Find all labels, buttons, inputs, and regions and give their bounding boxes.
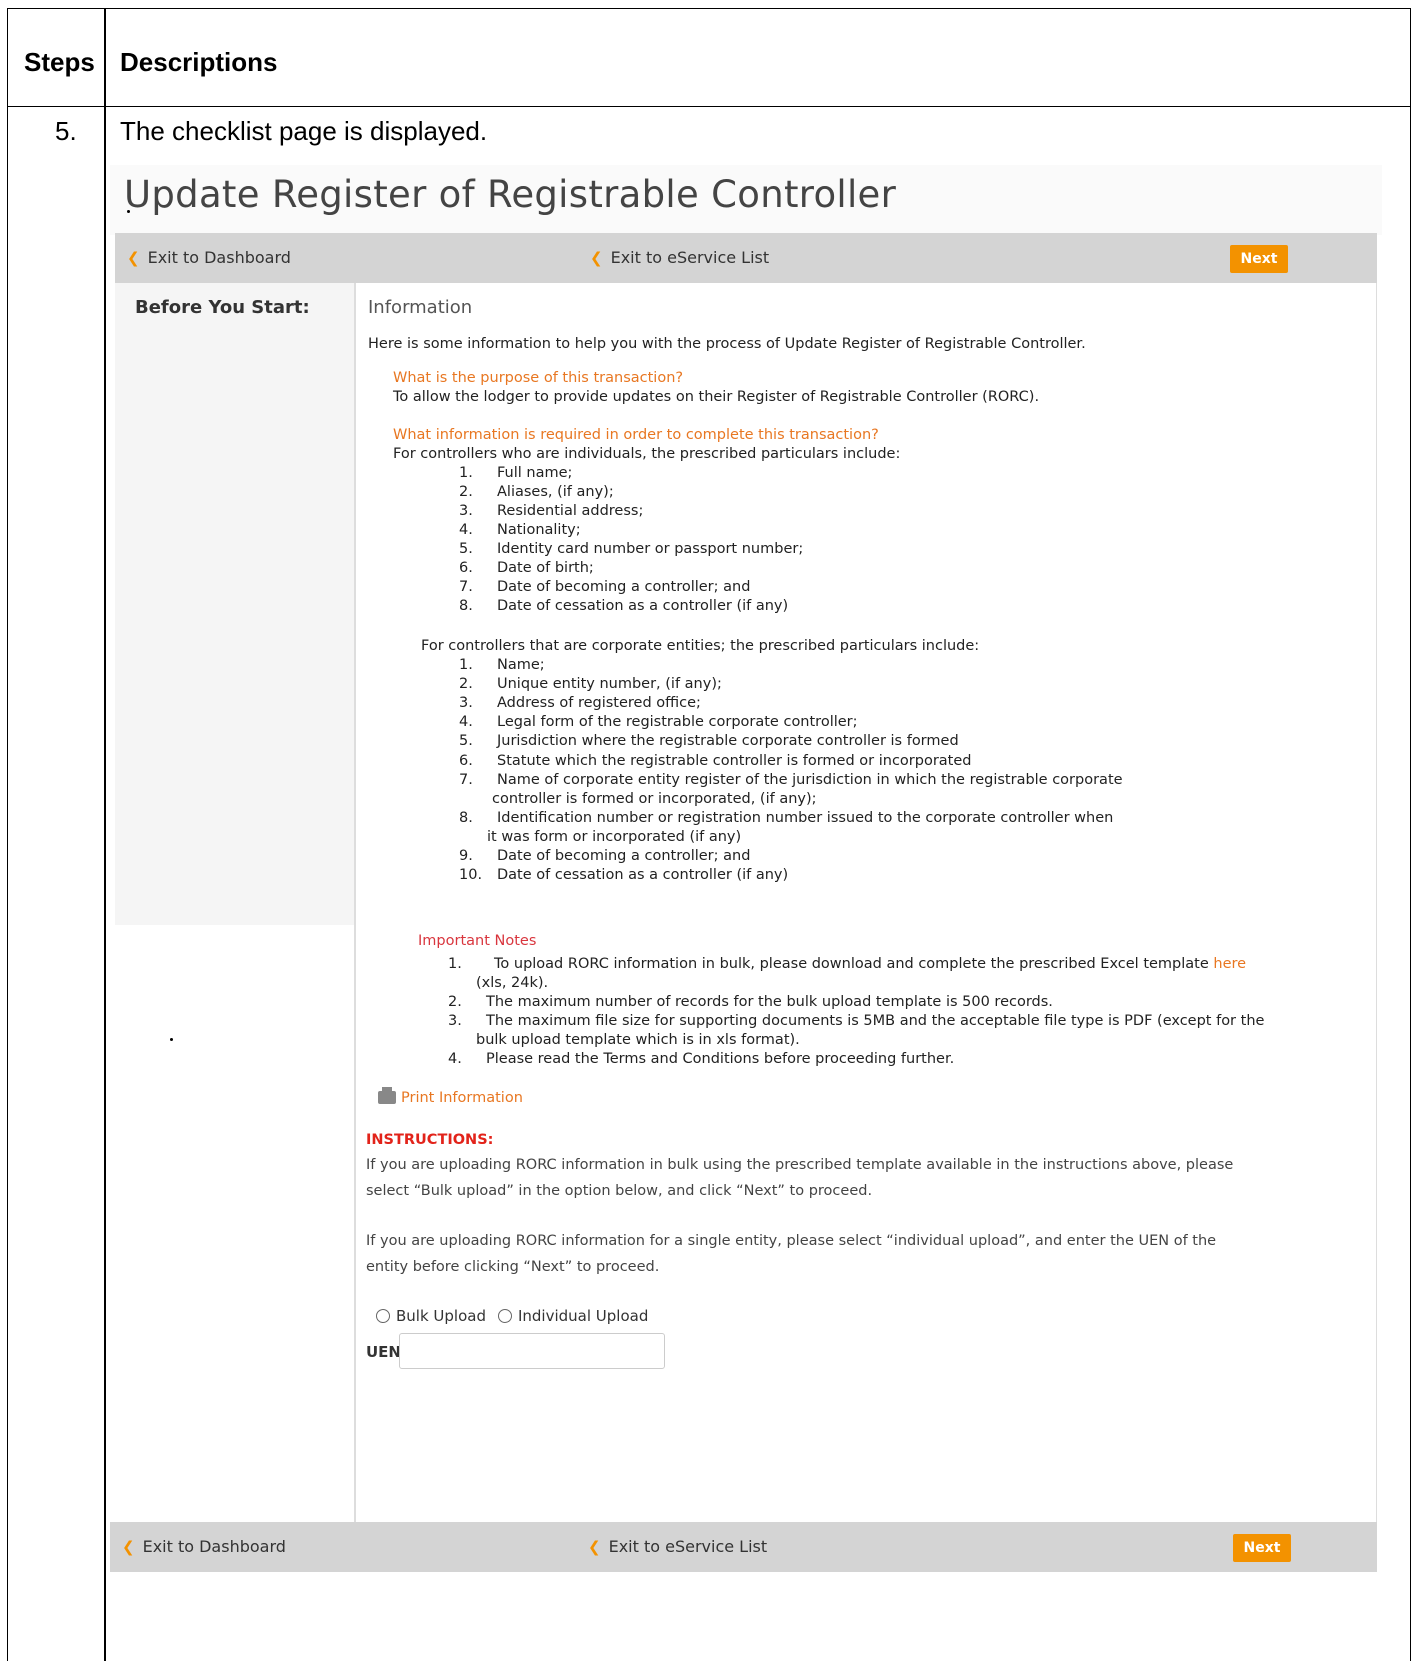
bulk-upload-label: Bulk Upload: [396, 1307, 486, 1325]
chevron-left-icon: ❮: [122, 1538, 135, 1556]
list-item-number: 7.: [459, 771, 473, 788]
exit-eservice-link[interactable]: ❮ Exit to eService List: [588, 1537, 767, 1556]
list-item-number: 9.: [459, 848, 473, 864]
question-required-info: What information is required in order to…: [393, 427, 879, 443]
instruction-bulk-line2: select “Bulk upload” in the option below…: [366, 1183, 873, 1199]
list-item-number: 5.: [459, 541, 473, 557]
chevron-left-icon: ❮: [590, 249, 603, 267]
individual-upload-radio[interactable]: [497, 1309, 512, 1323]
list-item-number: 2.: [459, 676, 473, 693]
list-item: Identity card number or passport number;: [497, 541, 804, 557]
note-4: Please read the Terms and Conditions bef…: [486, 1051, 955, 1067]
list-item: Date of cessation as a controller (if an…: [497, 867, 789, 884]
list-item: Date of birth;: [497, 560, 594, 576]
chevron-left-icon: ❮: [127, 249, 140, 267]
answer-purpose: To allow the lodger to provide updates o…: [393, 389, 1040, 405]
stray-dot: [127, 210, 130, 213]
list-item: Jurisdiction where the registrable corpo…: [497, 733, 959, 750]
list-item: Name of corporate entity register of the…: [497, 771, 1123, 788]
list-item: Identification number or registration nu…: [497, 809, 1114, 826]
steps-header: Steps: [24, 47, 95, 77]
list-item: Date of becoming a controller; and: [497, 579, 751, 595]
page-title: Update Register of Registrable Controlle…: [124, 173, 897, 216]
exit-eservice-link[interactable]: ❮ Exit to eService List: [590, 248, 769, 267]
next-button[interactable]: Next: [1230, 245, 1288, 273]
note-number: 3.: [448, 1013, 462, 1029]
list-item: Nationality;: [497, 522, 581, 538]
note-3-continued: bulk upload template which is in xls for…: [476, 1032, 800, 1048]
list-item-number: 3.: [459, 503, 473, 519]
information-heading: Information: [368, 297, 473, 318]
print-information-link[interactable]: Print Information: [378, 1087, 523, 1108]
main-content: Information Here is some information to …: [355, 283, 1377, 1522]
list-item-number: 10.: [459, 867, 483, 884]
list-item-number: 7.: [459, 579, 473, 595]
list-item: Date of cessation as a controller (if an…: [497, 598, 789, 614]
list-item-number: 4.: [459, 714, 473, 731]
list-item-number: 8.: [459, 598, 473, 614]
list-item: Full name;: [497, 465, 573, 481]
list-item: Aliases, (if any);: [497, 484, 614, 500]
sidebar-title: Before You Start:: [135, 297, 310, 318]
important-notes-heading: Important Notes: [418, 933, 537, 949]
exit-dashboard-link[interactable]: ❮ Exit to Dashboard: [122, 1537, 286, 1556]
list-item: Statute which the registrable controller…: [497, 752, 972, 769]
list-item-number: 8.: [459, 809, 473, 826]
instruction-individual-line1: If you are uploading RORC information fo…: [366, 1233, 1217, 1249]
list-item: Date of becoming a controller; and: [497, 848, 751, 864]
upload-type-radio-group: Bulk Upload Individual Upload: [376, 1307, 648, 1325]
instruction-bulk-line1: If you are uploading RORC information in…: [366, 1157, 1234, 1173]
column-divider: [104, 9, 106, 1661]
list-item: Unique entity number, (if any);: [497, 676, 722, 693]
corporate-intro: For controllers that are corporate entit…: [421, 638, 980, 654]
uen-input[interactable]: [399, 1333, 665, 1369]
list-item-number: 3.: [459, 695, 473, 712]
template-download-link[interactable]: here: [1213, 956, 1246, 972]
bottom-toolbar: ❮ Exit to Dashboard ❮ Exit to eService Lis…: [110, 1522, 1377, 1572]
list-item-continued: it was form or incorporated (if any): [487, 828, 742, 845]
list-item-number: 2.: [459, 484, 473, 500]
list-item-number: 4.: [459, 522, 473, 538]
list-item: Name;: [497, 657, 545, 673]
list-item-number: 6.: [459, 752, 473, 769]
next-button[interactable]: Next: [1233, 1534, 1291, 1562]
embedded-screenshot: Update Register of Registrable Controlle…: [110, 165, 1382, 1585]
step-number: 5.: [55, 116, 77, 146]
chevron-left-icon: ❮: [588, 1538, 601, 1556]
question-purpose: What is the purpose of this transaction?: [393, 370, 684, 386]
top-toolbar: ❮ Exit to Dashboard ❮ Exit to eService Lis…: [115, 233, 1377, 283]
note-1: To upload RORC information in bulk, plea…: [494, 956, 1247, 972]
printer-icon: [378, 1087, 396, 1104]
list-item-number: 1.: [459, 465, 473, 481]
uen-label: UEN: [366, 1343, 401, 1361]
sidebar-lower: [115, 925, 355, 1522]
note-number: 4.: [448, 1051, 462, 1067]
list-item-continued: controller is formed or incorporated, (i…: [492, 790, 817, 807]
note-number: 2.: [448, 994, 462, 1010]
individual-upload-label: Individual Upload: [517, 1307, 649, 1325]
list-item: Legal form of the registrable corporate …: [497, 714, 858, 731]
note-3: The maximum file size for supporting doc…: [486, 1013, 1265, 1029]
exit-dashboard-link[interactable]: ❮ Exit to Dashboard: [127, 248, 291, 267]
individuals-intro: For controllers who are individuals, the…: [393, 446, 901, 462]
note-number: 1.: [448, 956, 462, 972]
list-item-number: 6.: [459, 560, 473, 576]
stray-dot: [170, 1038, 173, 1041]
step-description: The checklist page is displayed.: [120, 116, 488, 146]
note-2: The maximum number of records for the bu…: [486, 994, 1053, 1010]
page-title-bar: Update Register of Registrable Controlle…: [110, 165, 1382, 235]
list-item: Residential address;: [497, 503, 644, 519]
list-item-number: 5.: [459, 733, 473, 750]
intro-text: Here is some information to help you wit…: [368, 336, 1086, 352]
bulk-upload-radio[interactable]: [376, 1309, 390, 1323]
descriptions-header: Descriptions: [120, 47, 278, 77]
instruction-individual-line2: entity before clicking “Next” to proceed…: [366, 1259, 660, 1275]
note-1-continued: (xls, 24k).: [476, 975, 549, 991]
instructions-heading: INSTRUCTIONS:: [366, 1132, 494, 1148]
list-item: Address of registered office;: [497, 695, 701, 712]
list-item-number: 1.: [459, 657, 473, 673]
